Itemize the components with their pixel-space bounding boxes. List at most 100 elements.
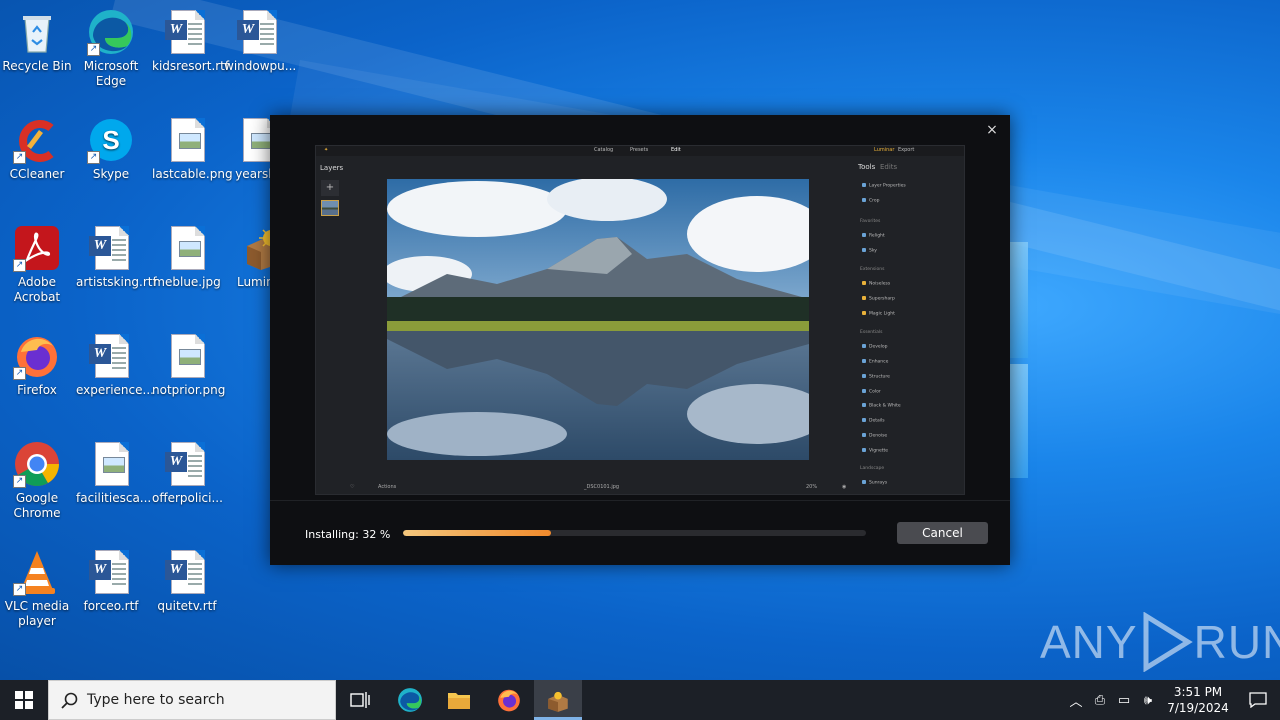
desktop-icon-recycle-bin[interactable]: Recycle Bin <box>0 8 74 74</box>
desktop-icon-label: notprior.png <box>152 383 226 397</box>
desktop-icon-experience-rtf[interactable]: W experience... <box>74 332 154 398</box>
preview-tool-section: Essentials <box>860 330 883 335</box>
preview-tools-panel: Tools Edits Layer Properties Crop Favori… <box>856 160 964 494</box>
search-icon <box>61 692 78 709</box>
network-icon[interactable]: ▭ <box>1112 680 1136 720</box>
preview-tool-item: Structure <box>862 374 890 380</box>
task-view-icon <box>350 692 370 708</box>
word-document-icon: W <box>87 224 135 272</box>
desktop-icon-label: Google Chrome <box>13 491 61 520</box>
close-icon[interactable]: × <box>984 122 1000 138</box>
luminar-installer-icon <box>548 691 568 712</box>
image-file-icon <box>163 332 211 380</box>
show-hidden-icons-chevron-up-icon[interactable]: ︿ <box>1064 680 1088 720</box>
install-progress-bar <box>403 530 866 536</box>
desktop-icon-label: quitetv.rtf <box>157 599 217 613</box>
watermark-play-icon <box>1143 612 1193 672</box>
ccleaner-icon: ↗ <box>13 116 61 164</box>
volume-icon[interactable]: 🕪 <box>1136 680 1160 720</box>
word-document-icon: W <box>163 548 211 596</box>
desktop-icon-label: Adobe Acrobat <box>13 275 61 304</box>
desktop-icon-adobe-acrobat[interactable]: ↗ Adobe Acrobat <box>0 224 74 305</box>
desktop-icon-vlc[interactable]: ↗ VLC media player <box>0 548 74 629</box>
firefox-icon <box>498 689 520 712</box>
desktop-icon-meblue-jpg[interactable]: meblue.jpg <box>150 224 224 290</box>
desktop-icon-label: Firefox <box>17 383 57 397</box>
desktop-icon-lastcable-png[interactable]: lastcable.png <box>150 116 233 182</box>
desktop-icon-skype[interactable]: S ↗ Skype <box>74 116 148 182</box>
preview-tool-item: Develop <box>862 344 888 350</box>
preview-logo-icon: ✦ <box>324 147 329 153</box>
preview-tool-item: Details <box>862 418 885 424</box>
shortcut-arrow-icon: ↗ <box>13 475 26 488</box>
vlc-icon: ↗ <box>13 548 61 596</box>
preview-tool-item: Black & White <box>862 403 901 409</box>
desktop-icon-microsoft-edge[interactable]: ↗ Microsoft Edge <box>74 8 148 89</box>
preview-top-bar: ✦ Catalog Presets Edit Luminar Export <box>316 146 964 156</box>
watermark-text-left: ANY <box>1040 616 1138 668</box>
install-progress-label: Installing: 32 % <box>305 528 391 541</box>
taskbar: Type here to search ︿ ⎙ ▭ 🕪 3:51 PM 7/19… <box>0 680 1280 720</box>
desktop-icon-offerpolici-rtf[interactable]: W offerpolici... <box>150 440 224 506</box>
chrome-icon: ↗ <box>13 440 61 488</box>
taskbar-clock[interactable]: 3:51 PM 7/19/2024 <box>1160 684 1236 716</box>
desktop-icon-quitetv-rtf[interactable]: W quitetv.rtf <box>150 548 224 614</box>
taskbar-search-box[interactable]: Type here to search <box>48 680 336 720</box>
preview-tool-section: Favorites <box>860 219 881 224</box>
preview-zoom: 20% <box>806 484 818 490</box>
shortcut-arrow-icon: ↗ <box>87 151 100 164</box>
desktop-icon-notprior-png[interactable]: notprior.png <box>150 332 226 398</box>
desktop-icon-label: facilitiesca... <box>76 491 152 505</box>
preview-top-luminar: Luminar <box>874 147 895 153</box>
task-view-button[interactable] <box>336 680 384 720</box>
word-document-icon: W <box>235 8 283 56</box>
cancel-button[interactable]: Cancel <box>897 522 988 544</box>
start-button[interactable] <box>0 680 48 720</box>
desktop-icon-firefox[interactable]: ↗ Firefox <box>0 332 74 398</box>
edge-icon <box>398 688 422 712</box>
desktop-icon-label: VLC media player <box>4 599 70 628</box>
desktop-icon-label: windowpu... <box>224 59 297 73</box>
taskbar-firefox-button[interactable] <box>485 680 533 720</box>
preview-eye-icon: ◉ <box>842 484 847 490</box>
meet-now-icon[interactable]: ⎙ <box>1088 680 1112 720</box>
preview-tool-item: Sky <box>862 248 877 254</box>
taskbar-file-explorer-button[interactable] <box>435 680 483 720</box>
preview-top-export: Export <box>898 147 915 153</box>
notifications-icon[interactable] <box>1236 680 1280 720</box>
shortcut-arrow-icon: ↗ <box>13 151 26 164</box>
desktop-icon-windowpu-rtf[interactable]: W windowpu... <box>222 8 296 74</box>
folder-icon <box>448 693 470 709</box>
word-document-icon: W <box>87 548 135 596</box>
anyrun-watermark: ANY RUN <box>1040 612 1280 672</box>
preview-layer-thumbnail <box>321 200 339 216</box>
taskbar-edge-button[interactable] <box>386 680 434 720</box>
clock-time: 3:51 PM <box>1173 685 1223 699</box>
clock-date: 7/19/2024 <box>1167 701 1229 715</box>
desktop-icon-artistsking-rtf[interactable]: W artistsking.rtf <box>74 224 157 290</box>
shortcut-arrow-icon: ↗ <box>13 259 26 272</box>
taskbar-luminar-installer-button[interactable] <box>534 680 582 720</box>
word-document-icon: W <box>163 440 211 488</box>
recycle-bin-icon <box>13 8 61 56</box>
preview-actions-label: Actions <box>378 484 397 490</box>
image-file-icon <box>163 224 211 272</box>
desktop-icon-forceo-rtf[interactable]: W forceo.rtf <box>74 548 148 614</box>
preview-edits-title: Edits <box>880 163 898 171</box>
search-placeholder: Type here to search <box>87 692 225 708</box>
desktop-icon-ccleaner[interactable]: ↗ CCleaner <box>0 116 74 182</box>
desktop-icon-label: offerpolici... <box>152 491 223 505</box>
desktop-icon-label: forceo.rtf <box>83 599 139 613</box>
preview-add-layer-icon: + <box>321 180 339 196</box>
preview-tab-catalog: Catalog <box>594 147 614 153</box>
dialog-divider <box>270 500 1010 501</box>
preview-heart-icon: ♡ <box>350 484 355 490</box>
acrobat-icon: ↗ <box>13 224 61 272</box>
desktop-icon-kidsresort-rtf[interactable]: W kidsresort.rtf <box>150 8 229 74</box>
desktop-icon-google-chrome[interactable]: ↗ Google Chrome <box>0 440 74 521</box>
desktop-icon-facilitiesca[interactable]: facilitiesca... <box>74 440 152 506</box>
preview-tool-item: Relight <box>862 233 885 239</box>
skype-icon: S ↗ <box>87 116 135 164</box>
preview-tool-section: Extensions <box>860 267 885 272</box>
preview-tool-item: Noiseless <box>862 281 890 287</box>
